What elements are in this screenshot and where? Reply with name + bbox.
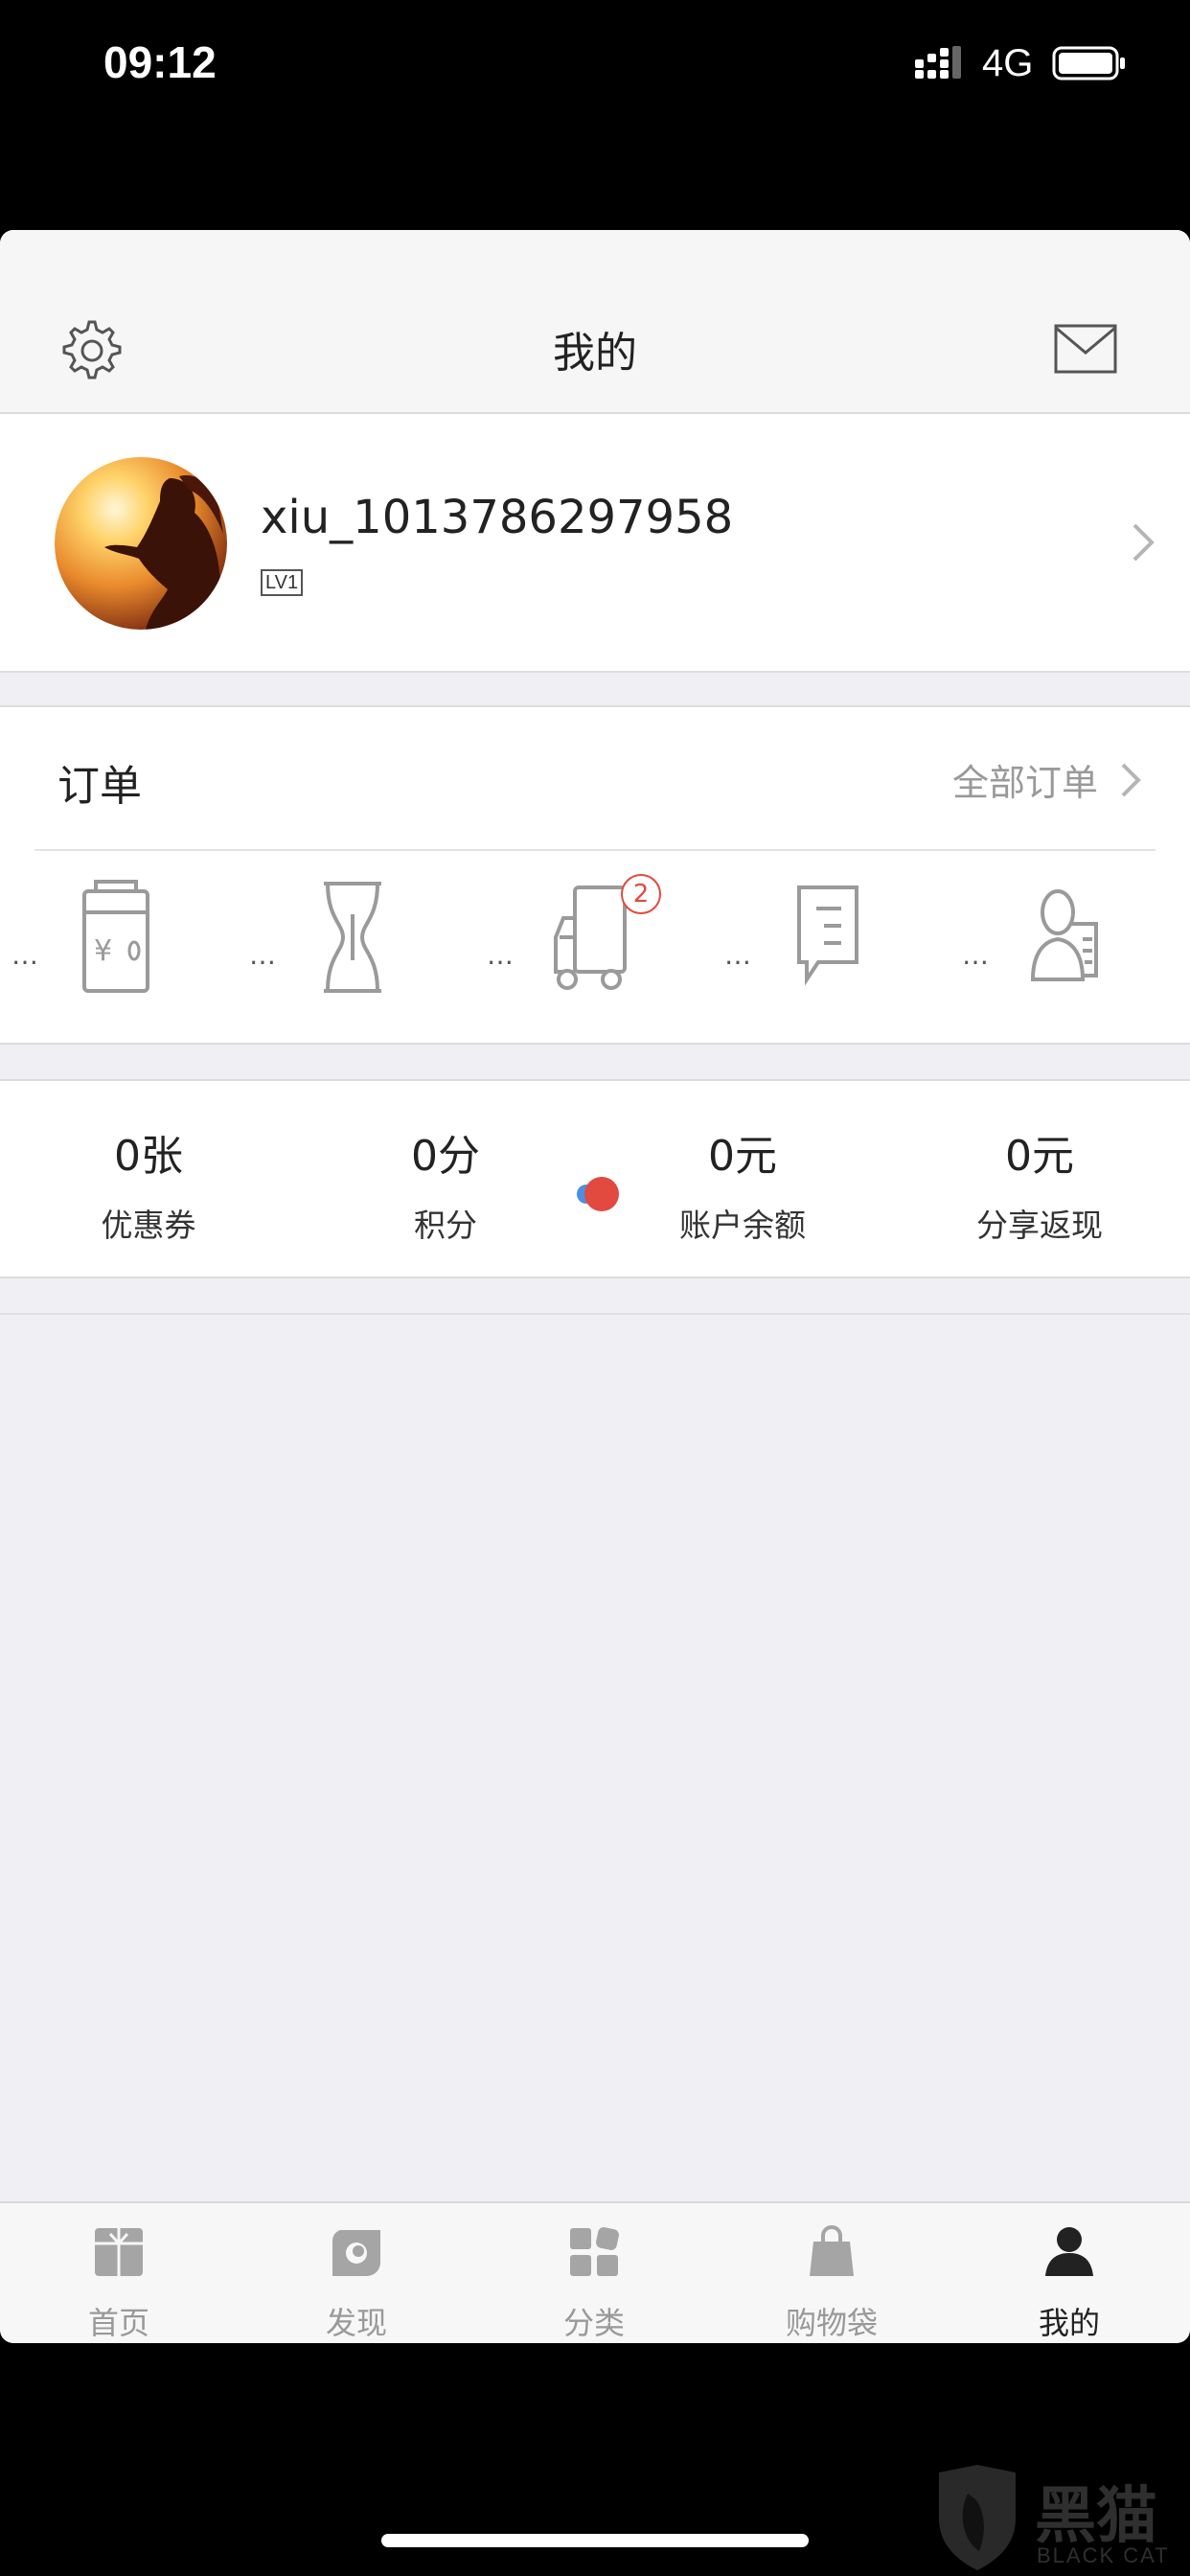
order-status-review[interactable]: …: [713, 880, 950, 1014]
stat-share-cashback[interactable]: 0元 分享返现: [891, 1081, 1188, 1276]
orders-title: 订单: [57, 762, 142, 811]
stat-balance[interactable]: 0元 账户余额: [594, 1081, 891, 1276]
discover-icon: [332, 2230, 380, 2276]
dots-label: …: [962, 939, 990, 971]
shopping-bag-icon: [810, 2225, 854, 2276]
stats-card: 0张 优惠券 0分 积分 0元 账户余额 0元 分享返现: [0, 1079, 1190, 1278]
dots-label: …: [724, 939, 752, 971]
divider: [0, 1313, 1190, 1315]
loading-dots-icon: [577, 1177, 619, 1211]
tab-category[interactable]: 分类: [475, 2203, 713, 2343]
tab-bar: 首页 发现 分类 购物袋 我的: [0, 2201, 1190, 2343]
dots-label: …: [249, 939, 277, 971]
watermark-text: 黑猫: [1035, 2481, 1157, 2552]
avatar[interactable]: [55, 457, 227, 630]
chevron-right-icon[interactable]: [1131, 521, 1156, 564]
order-status-shipping[interactable]: … 2: [475, 874, 713, 1014]
orders-card: 订单 全部订单 … ¥ … … 2 … …: [0, 705, 1190, 1045]
dots-label: …: [487, 939, 515, 971]
delivery-truck-icon: [554, 886, 627, 990]
chevron-right-icon: [1121, 763, 1141, 796]
watermark-logo: 黑猫 BLACK CAT: [929, 2465, 1190, 2576]
stat-label: 优惠券: [101, 1207, 196, 1244]
order-status-after-sales[interactable]: …: [950, 880, 1188, 1014]
mail-icon[interactable]: [1054, 322, 1117, 376]
stat-value: 0元: [1005, 1132, 1074, 1181]
signal-icon: [915, 46, 961, 79]
home-indicator[interactable]: [381, 2534, 809, 2547]
battery-icon: [1052, 46, 1125, 80]
watermark-subtext: BLACK CAT: [1037, 2543, 1170, 2567]
order-status-processing[interactable]: …: [238, 880, 475, 1014]
tab-label: 我的: [1038, 2305, 1100, 2341]
after-sales-service-icon: [1030, 889, 1098, 981]
username: xiu_1013786297958: [261, 491, 734, 544]
level-badge: LV1: [261, 569, 304, 596]
stat-value: 0张: [114, 1132, 183, 1181]
all-orders-label: 全部订单: [951, 762, 1098, 804]
stat-label: 分享返现: [976, 1207, 1103, 1244]
order-status-payment-pending[interactable]: … ¥: [0, 880, 238, 1014]
tab-label: 发现: [325, 2305, 387, 2341]
page-title: 我的: [553, 329, 637, 378]
hourglass-icon: [324, 882, 381, 993]
app-window: 我的 xiu_1013786297958 LV1 订单 全部订单 … ¥ … ……: [0, 230, 1190, 2343]
orders-divider: [34, 849, 1156, 851]
status-bar: 09:12 4G: [0, 0, 1190, 134]
status-time: 09:12: [103, 37, 217, 87]
tab-shopping-bag[interactable]: 购物袋: [713, 2203, 950, 2343]
home-gift-icon: [95, 2228, 143, 2276]
stat-coupons[interactable]: 0张 优惠券: [0, 1081, 297, 1276]
svg-text:¥: ¥: [94, 934, 112, 968]
cat-shield-icon: [939, 2465, 1016, 2570]
profile-icon: [1045, 2227, 1093, 2276]
tab-label: 首页: [87, 2305, 149, 2341]
tab-profile[interactable]: 我的: [950, 2203, 1188, 2343]
stat-label: 账户余额: [679, 1207, 806, 1244]
stat-value: 0分: [411, 1132, 480, 1181]
tab-label: 购物袋: [785, 2305, 878, 2341]
payment-pending-icon: ¥: [82, 880, 149, 993]
phone-screen: 09:12 4G 我的 xiu_1013786297958 LV1 订单 全部订…: [0, 0, 1190, 2576]
tab-discover[interactable]: 发现: [238, 2203, 475, 2343]
review-chat-icon: [797, 886, 858, 986]
order-count-badge: 2: [621, 874, 661, 914]
category-icon: [570, 2227, 619, 2276]
tab-home[interactable]: 首页: [0, 2203, 238, 2343]
network-label: 4G: [982, 42, 1034, 84]
dots-label: …: [11, 939, 39, 971]
stat-value: 0元: [708, 1132, 777, 1181]
stat-label: 积分: [414, 1207, 477, 1244]
tab-label: 分类: [562, 2305, 625, 2341]
profile-card[interactable]: xiu_1013786297958 LV1: [0, 414, 1190, 673]
stat-points[interactable]: 0分 积分: [297, 1081, 594, 1276]
nav-bar: 我的: [0, 230, 1190, 414]
all-orders-link[interactable]: 全部订单: [952, 753, 1142, 806]
